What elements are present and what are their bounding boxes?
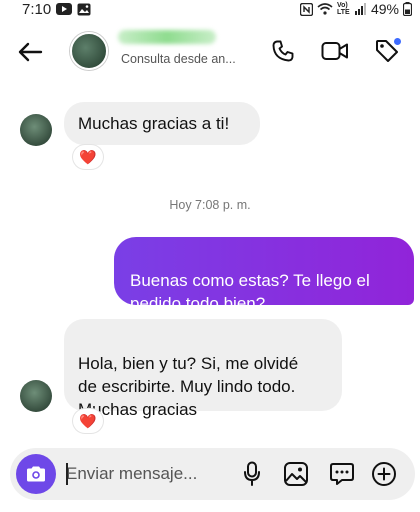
sender-avatar[interactable]	[20, 114, 52, 146]
arrow-left-icon	[17, 42, 43, 62]
signal-icon	[354, 3, 367, 15]
heart-reaction[interactable]: ❤️	[73, 145, 103, 169]
incoming-message[interactable]: Hola, bien y tu? Si, me olvidé de escrib…	[64, 319, 342, 419]
incoming-message[interactable]: Muchas gracias a ti!	[64, 102, 260, 145]
camera-button[interactable]	[16, 454, 56, 494]
status-right: Vo) LTE 49%	[299, 1, 412, 17]
video-camera-icon	[321, 40, 349, 62]
camera-icon	[25, 465, 47, 483]
contact-avatar[interactable]	[70, 32, 108, 70]
notification-dot	[393, 37, 402, 46]
youtube-icon	[56, 3, 73, 15]
message-text: Buenas como estas? Te llego el pedido to…	[130, 271, 370, 313]
sticker-button[interactable]	[328, 460, 356, 488]
sticker-icon	[329, 461, 355, 487]
message-input[interactable]	[66, 460, 226, 488]
status-time: 7:10	[22, 0, 52, 18]
voice-call-button[interactable]	[268, 36, 298, 66]
message-text: Muchas gracias a ti!	[78, 114, 230, 133]
contact-subtitle[interactable]: Consulta desde an...	[121, 52, 236, 66]
timestamp: Hoy 7:08 p. m.	[169, 198, 251, 212]
battery-level: 49%	[370, 1, 399, 17]
outgoing-message[interactable]: Buenas como estas? Te llego el pedido to…	[114, 237, 414, 313]
message-composer	[10, 448, 415, 500]
wifi-icon	[317, 3, 333, 15]
gallery-notification-icon	[77, 3, 91, 16]
heart-reaction[interactable]: ❤️	[73, 409, 103, 433]
status-left: 7:10	[22, 1, 91, 18]
status-bar: 7:10 Vo) LTE 49%	[0, 0, 420, 18]
text-cursor	[66, 463, 68, 485]
label-button[interactable]	[372, 36, 402, 66]
battery-icon	[403, 2, 412, 16]
microphone-icon	[243, 461, 261, 487]
back-button[interactable]	[14, 38, 46, 66]
heart-icon: ❤️	[79, 148, 97, 165]
voice-message-button[interactable]	[238, 460, 266, 488]
phone-icon	[271, 39, 295, 63]
heart-icon: ❤️	[79, 412, 97, 429]
gallery-icon	[283, 461, 309, 487]
message-text: Hola, bien y tu? Si, me olvidé de escrib…	[78, 354, 299, 419]
chat-header: Consulta desde an...	[0, 22, 420, 82]
gallery-button[interactable]	[282, 460, 310, 488]
sender-avatar[interactable]	[20, 380, 52, 412]
nfc-icon	[299, 2, 313, 16]
contact-name-blurred[interactable]	[118, 30, 216, 44]
more-options-button[interactable]	[370, 460, 398, 488]
video-call-button[interactable]	[320, 36, 350, 66]
network-label: Vo) LTE	[336, 2, 350, 16]
plus-icon	[371, 461, 397, 487]
